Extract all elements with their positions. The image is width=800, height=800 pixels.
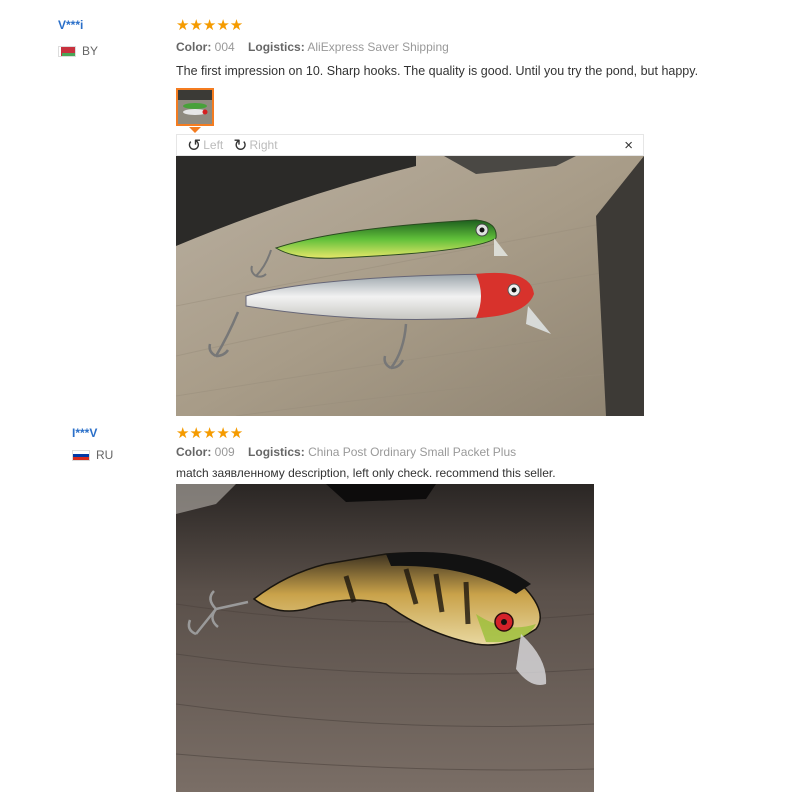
close-icon[interactable]: × [624, 137, 633, 154]
reviewer-country: BY [58, 44, 98, 58]
flag-by-icon [58, 45, 76, 57]
lures-photo [176, 156, 644, 416]
review-text: match заявленному description, left only… [176, 466, 556, 480]
flag-ru-icon [72, 449, 90, 461]
logistics-label: Logistics: [248, 445, 305, 459]
rotate-right-label: Right [249, 138, 278, 152]
logistics-label: Logistics: [248, 40, 305, 54]
review-photo-thumbnail[interactable] [176, 88, 214, 126]
star-rating: ★★★★★ [176, 17, 244, 34]
color-label: Color: [176, 445, 212, 459]
thumbnail-image [178, 90, 212, 124]
reviewer-name[interactable]: V***i [58, 18, 83, 32]
review-text: The first impression on 10. Sharp hooks.… [176, 64, 699, 78]
country-code: BY [82, 44, 99, 58]
star-rating: ★★★★★ [176, 425, 244, 442]
review-photo[interactable] [176, 484, 594, 792]
reviewer-country: RU [72, 448, 113, 462]
rotate-left-icon: ↺ [187, 135, 202, 155]
reviewer-name[interactable]: I***V [72, 426, 97, 440]
logistics-value: China Post Ordinary Small Packet Plus [308, 445, 517, 459]
review-meta: Color: 004 Logistics: AliExpress Saver S… [176, 40, 449, 54]
color-value: 004 [214, 40, 235, 54]
lure-photo [176, 484, 594, 792]
rotate-left-label: Left [203, 138, 224, 152]
rotate-right-icon: ↻ [233, 135, 248, 155]
country-code: RU [96, 448, 114, 462]
rotate-left-button[interactable]: ↺ Left [187, 137, 223, 154]
thumbnail-pointer [189, 127, 201, 133]
review-photo-large [176, 156, 644, 416]
review-meta: Color: 009 Logistics: China Post Ordinar… [176, 445, 516, 459]
color-label: Color: [176, 40, 212, 54]
rotate-right-button[interactable]: ↻ Right [233, 137, 277, 154]
logistics-value: AliExpress Saver Shipping [307, 40, 449, 54]
color-value: 009 [214, 445, 235, 459]
image-viewer-toolbar: ↺ Left ↻ Right × [176, 134, 644, 156]
